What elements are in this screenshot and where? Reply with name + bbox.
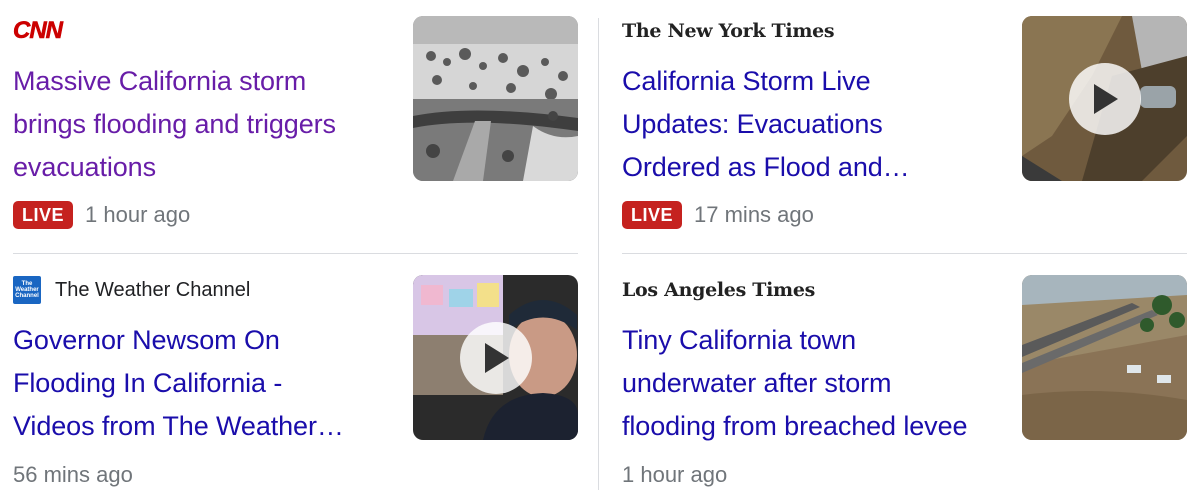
card-meta: 1 hour ago (622, 459, 727, 491)
headline-link[interactable]: California Storm Live Updates: Evacuatio… (622, 60, 992, 189)
column-divider (598, 18, 599, 490)
source-nyt: The New York Times (622, 14, 835, 48)
play-icon (484, 342, 509, 373)
source-cnn: CNN (13, 14, 64, 48)
card-meta: LIVE 1 hour ago (13, 199, 190, 231)
flooded-town-photo[interactable] (1022, 275, 1187, 440)
news-card-nyt[interactable]: The New York Times California Storm Live… (622, 14, 1187, 249)
card-meta: LIVE 17 mins ago (622, 199, 814, 231)
headline-line: Tiny California town (622, 325, 857, 355)
timestamp: 1 hour ago (622, 462, 728, 487)
headline-line: Massive California storm (13, 66, 307, 96)
news-carousel-grid: CNN Massive California storm brings floo… (0, 0, 1200, 502)
live-badge: LIVE (622, 201, 683, 229)
news-card-cnn[interactable]: CNN Massive California storm brings floo… (13, 14, 578, 249)
row-divider-left (13, 253, 578, 254)
play-button[interactable] (1068, 62, 1141, 135)
headline-link[interactable]: Governor Newsom On Flooding In Californi… (13, 319, 383, 448)
headline-line: Updates: Evacuations (622, 109, 883, 139)
card-meta: 56 mins ago (13, 459, 133, 491)
play-button[interactable] (459, 321, 532, 394)
timestamp: 1 hour ago (85, 202, 191, 227)
headline-link[interactable]: Tiny California town underwater after st… (622, 319, 992, 448)
source-weather-channel: The Weather Channel The Weather Channel (13, 273, 250, 307)
headline-line: California Storm Live (622, 66, 871, 96)
flooded-farmland-photo[interactable] (413, 16, 578, 181)
cnn-logo: CNN (13, 17, 64, 45)
headline-line: Governor Newsom On (13, 325, 280, 355)
timestamp: 56 mins ago (13, 462, 133, 487)
headline-link[interactable]: Massive California storm brings flooding… (13, 60, 383, 189)
headline-line: flooding from breached levee (622, 411, 968, 441)
news-card-weather-channel[interactable]: The Weather Channel The Weather Channel … (13, 273, 578, 502)
live-badge: LIVE (13, 201, 74, 229)
source-name: The Weather Channel (55, 278, 251, 301)
row-divider-right (622, 253, 1187, 254)
headline-line: Videos from The Weather… (13, 411, 344, 441)
headline-line: underwater after storm (622, 368, 892, 398)
landslide-video-thumbnail[interactable] (1022, 16, 1187, 181)
la-times-logo: Los Angeles Times (622, 279, 816, 301)
headline-line: Ordered as Flood and… (622, 152, 910, 182)
timestamp: 17 mins ago (694, 202, 814, 227)
headline-line: brings flooding and triggers (13, 109, 336, 139)
weather-channel-logo: The Weather Channel (13, 276, 41, 304)
play-icon (1093, 83, 1118, 114)
source-la-times: Los Angeles Times (622, 273, 815, 307)
nyt-logo: The New York Times (622, 20, 835, 42)
headline-line: evacuations (13, 152, 156, 182)
news-card-la-times[interactable]: Los Angeles Times Tiny California town u… (622, 273, 1187, 502)
governor-video-thumbnail[interactable] (413, 275, 578, 440)
headline-line: Flooding In California - (13, 368, 283, 398)
